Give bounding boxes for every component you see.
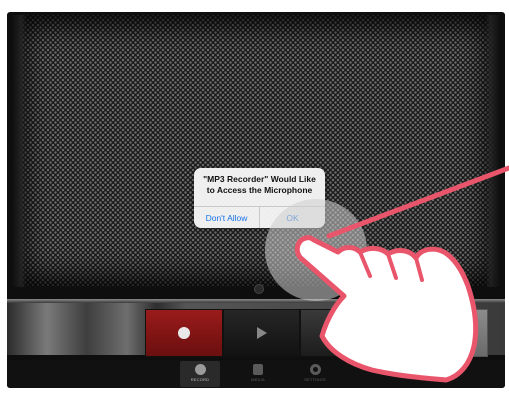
tab-media-label: MEDIA	[251, 377, 265, 382]
record-circle-icon	[194, 364, 206, 375]
alert-message-line-2: to Access the Microphone	[206, 184, 313, 195]
grille-edge-left	[13, 15, 27, 287]
alert-message: "MP3 Recorder" Would Like to Access the …	[194, 174, 325, 195]
microphone-permission-alert: "MP3 Recorder" Would Like to Access the …	[194, 168, 325, 228]
tab-settings-label: SETTINGS	[304, 377, 326, 382]
gear-icon	[309, 364, 321, 375]
transport-panel-right	[376, 309, 488, 357]
grille-knob	[254, 284, 264, 294]
grille-edge-right	[485, 15, 499, 287]
speaker-grille	[13, 15, 499, 287]
media-square-icon	[253, 364, 263, 375]
tab-media[interactable]: MEDIA	[238, 361, 278, 387]
play-icon	[256, 327, 267, 339]
stop-icon	[333, 328, 343, 338]
ok-button[interactable]: OK	[260, 207, 325, 228]
tab-record[interactable]: RECORD	[180, 361, 220, 387]
dont-allow-button[interactable]: Don't Allow	[194, 207, 259, 228]
alert-message-line-1: "MP3 Recorder" Would Like	[203, 174, 316, 184]
record-dot-icon	[178, 327, 190, 339]
play-button[interactable]	[223, 309, 300, 357]
tab-record-label: RECORD	[190, 377, 210, 382]
transport-bar-highlight	[7, 299, 505, 303]
tab-settings[interactable]: SETTINGS	[295, 361, 335, 387]
stop-button[interactable]	[300, 309, 376, 357]
record-button[interactable]	[145, 309, 223, 357]
